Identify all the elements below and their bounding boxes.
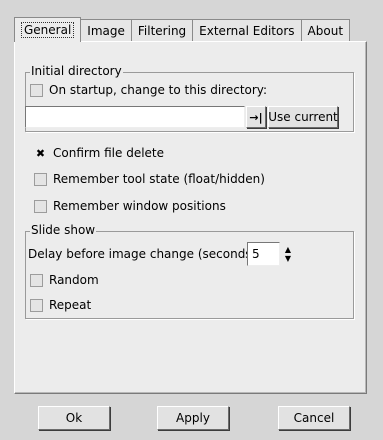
tab-bar: General Image Filtering External Editors… <box>14 17 351 42</box>
cancel-label: Cancel <box>293 411 335 425</box>
tab-label: General <box>21 22 75 38</box>
path-arrow-button[interactable]: →| <box>246 106 266 128</box>
remember-window-label: Remember window positions <box>53 199 226 213</box>
remember-tool-option[interactable]: Remember tool state (float/hidden) <box>34 172 265 186</box>
dialog-button-bar: Ok Apply Cancel <box>0 396 383 440</box>
startup-directory-option[interactable]: On startup, change to this directory: <box>30 83 267 97</box>
random-option[interactable]: Random <box>30 273 99 287</box>
repeat-option[interactable]: Repeat <box>30 298 91 312</box>
repeat-checkbox[interactable] <box>30 298 43 312</box>
checkmark-icon: ✖ <box>35 146 46 160</box>
slideshow-title: Slide show <box>30 223 97 237</box>
confirm-delete-label: Confirm file delete <box>53 146 165 160</box>
startup-directory-checkbox[interactable] <box>30 83 43 97</box>
path-arrow-icon: →| <box>249 110 263 124</box>
delay-label: Delay before image change (seconds): <box>28 247 261 261</box>
spin-up-icon[interactable]: ▲ <box>285 245 291 254</box>
tab-general[interactable]: General <box>14 17 82 42</box>
remember-window-checkbox[interactable] <box>34 199 47 213</box>
tab-filtering[interactable]: Filtering <box>130 19 194 42</box>
directory-path-input[interactable] <box>25 106 245 128</box>
apply-label: Apply <box>176 411 210 425</box>
use-current-button[interactable]: Use current <box>268 106 338 128</box>
initial-directory-group: Initial directory On startup, change to … <box>25 64 354 132</box>
general-panel: Initial directory On startup, change to … <box>14 41 367 394</box>
apply-button[interactable]: Apply <box>157 406 229 430</box>
random-label: Random <box>49 273 99 287</box>
repeat-label: Repeat <box>49 298 92 312</box>
tab-about[interactable]: About <box>300 19 351 42</box>
use-current-label: Use current <box>268 110 338 124</box>
tab-external-editors[interactable]: External Editors <box>192 19 302 42</box>
remember-tool-checkbox[interactable] <box>34 172 47 186</box>
initial-directory-title: Initial directory <box>30 64 123 78</box>
ok-label: Ok <box>65 411 83 425</box>
random-checkbox[interactable] <box>30 273 43 287</box>
tab-image[interactable]: Image <box>80 19 132 42</box>
confirm-delete-checkbox[interactable]: ✖ <box>34 147 47 160</box>
remember-window-option[interactable]: Remember window positions <box>34 199 226 213</box>
remember-tool-label: Remember tool state (float/hidden) <box>53 172 265 186</box>
delay-spinbox[interactable]: 5 <box>247 242 280 266</box>
slideshow-group: Slide show Delay before image change (se… <box>25 223 354 319</box>
cancel-button[interactable]: Cancel <box>278 406 350 430</box>
delay-value: 5 <box>252 247 260 261</box>
ok-button[interactable]: Ok <box>38 406 110 430</box>
delay-spin-arrows[interactable]: ▲ ▼ <box>282 242 294 266</box>
startup-directory-label: On startup, change to this directory: <box>49 83 268 97</box>
spin-down-icon[interactable]: ▼ <box>285 254 291 263</box>
confirm-delete-option[interactable]: ✖ Confirm file delete <box>34 146 164 160</box>
